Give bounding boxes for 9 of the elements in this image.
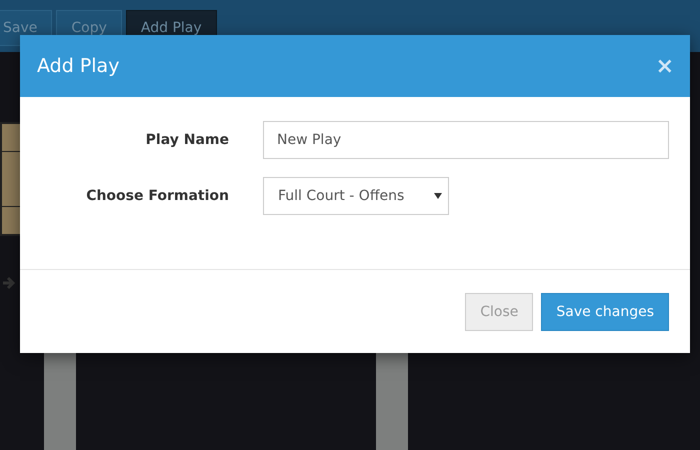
arrow-icon[interactable]: [2, 276, 16, 290]
input-field[interactable]: New Play: [263, 121, 669, 159]
dialog-title: Add Play: [37, 55, 120, 77]
field-label: Play Name: [144, 132, 229, 148]
field-label: Choose Formation: [85, 188, 229, 204]
select-field[interactable]: Full Court - Offens: [263, 177, 449, 215]
close-button[interactable]: Close: [465, 293, 534, 331]
save-button[interactable]: Save changes: [541, 293, 669, 331]
caret-icon: [434, 193, 442, 199]
